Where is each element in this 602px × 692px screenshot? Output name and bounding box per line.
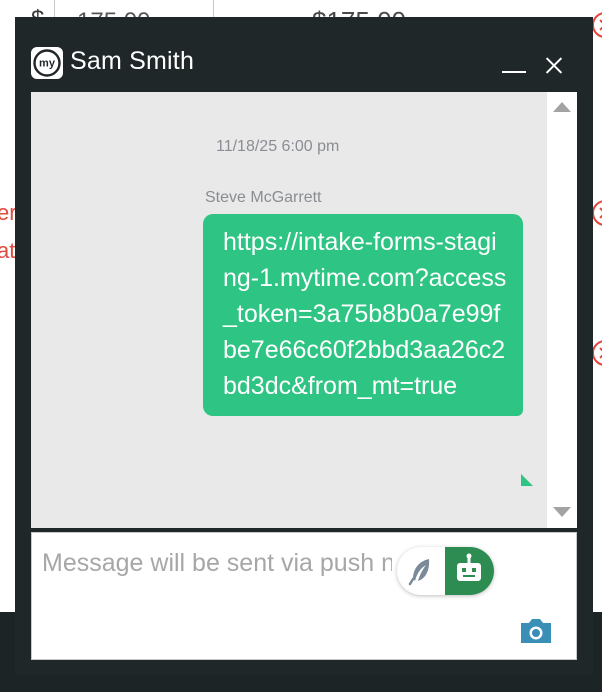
message-scrollbar[interactable] — [547, 92, 577, 528]
message-input[interactable] — [42, 543, 392, 583]
chat-window: my Sam Smith 11/18/25 6:00 pm Steve McGa… — [15, 17, 593, 675]
remove-circle-icon[interactable] — [592, 340, 602, 366]
mytime-logo-icon: my — [31, 47, 63, 79]
message-composer — [31, 532, 577, 660]
message-bubble-tail — [521, 474, 533, 486]
arrow-down-icon[interactable] — [553, 507, 571, 517]
channel-toggle[interactable] — [397, 547, 494, 595]
arrow-up-icon[interactable] — [553, 102, 571, 112]
logo-text: my — [39, 58, 56, 70]
camera-icon[interactable] — [518, 617, 554, 645]
message-thread: 11/18/25 6:00 pm Steve McGarrett https:/… — [31, 92, 547, 528]
message-timestamp: 11/18/25 6:00 pm — [216, 138, 340, 155]
minimize-icon[interactable] — [500, 53, 530, 77]
chat-header: my Sam Smith — [15, 17, 593, 92]
message-sender: Steve McGarrett — [205, 189, 322, 206]
robot-icon[interactable] — [445, 547, 494, 595]
feather-icon[interactable] — [401, 551, 441, 591]
close-icon[interactable] — [542, 53, 566, 77]
remove-circle-icon[interactable] — [592, 200, 602, 226]
chat-title: Sam Smith — [70, 47, 195, 75]
message-bubble[interactable]: https://intake-forms-staging-1.mytime.co… — [203, 214, 523, 416]
